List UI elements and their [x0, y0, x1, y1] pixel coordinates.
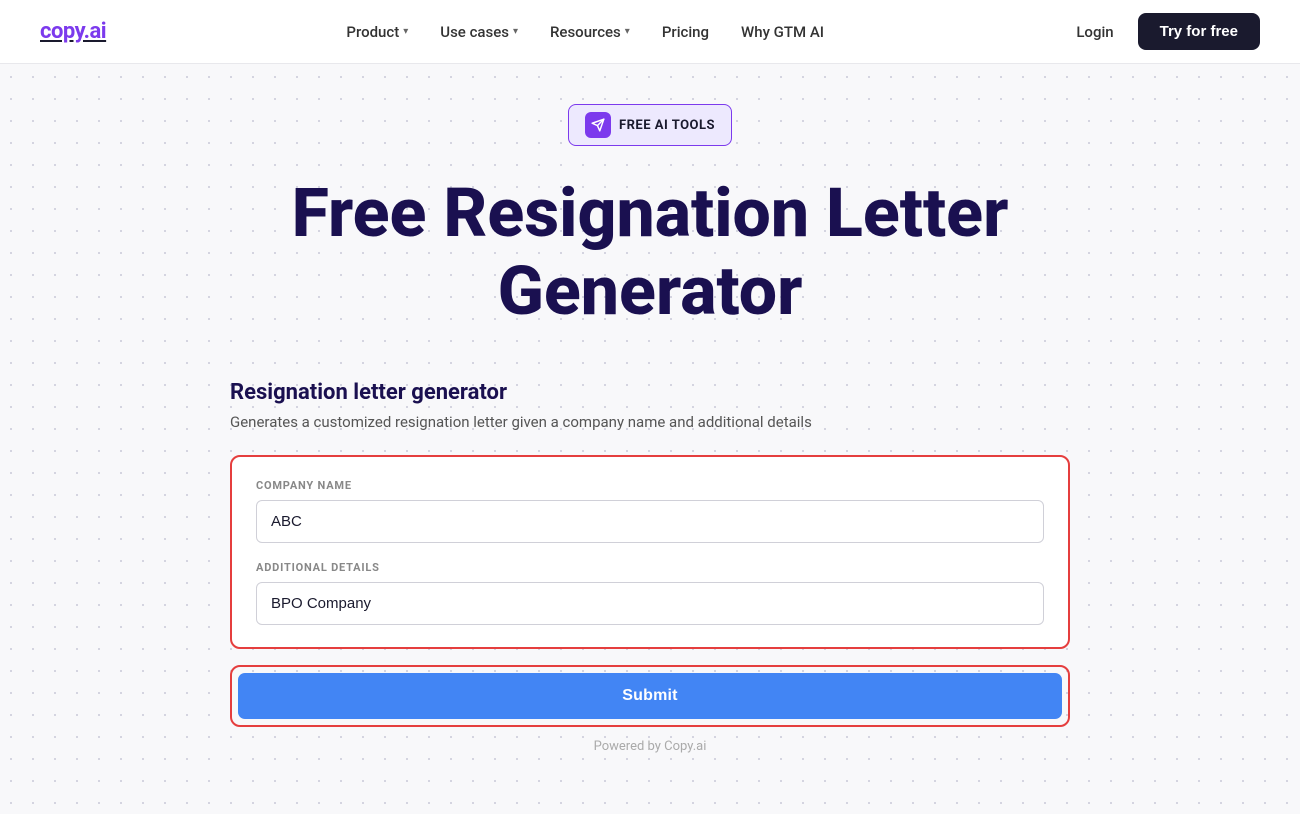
nav-links: Product ▾ Use cases ▾ Resources ▾ Pricin…	[334, 15, 836, 49]
main-content: FREE AI TOOLS Free Resignation Letter Ge…	[0, 64, 1300, 814]
nav-link-why-gtm[interactable]: Why GTM AI	[729, 15, 836, 49]
nav-link-pricing[interactable]: Pricing	[650, 15, 721, 49]
company-name-input[interactable]	[256, 500, 1044, 543]
form-section-description: Generates a customized resignation lette…	[230, 413, 1070, 431]
nav-item-why-gtm[interactable]: Why GTM AI	[729, 15, 836, 49]
navbar: copy.ai Product ▾ Use cases ▾ Resources …	[0, 0, 1300, 64]
nav-item-pricing[interactable]: Pricing	[650, 15, 721, 49]
nav-item-resources[interactable]: Resources ▾	[538, 15, 642, 49]
login-link[interactable]: Login	[1064, 15, 1125, 49]
chevron-down-icon: ▾	[403, 26, 408, 37]
form-section: Resignation letter generator Generates a…	[230, 380, 1070, 754]
chevron-down-icon: ▾	[513, 26, 518, 37]
nav-item-product[interactable]: Product ▾	[334, 15, 420, 49]
nav-actions: Login Try for free	[1064, 13, 1260, 50]
nav-link-product[interactable]: Product ▾	[334, 15, 420, 49]
company-name-label: COMPANY NAME	[256, 479, 1044, 492]
logo[interactable]: copy.ai	[40, 19, 106, 44]
form-card: COMPANY NAME ADDITIONAL DETAILS	[230, 455, 1070, 649]
logo-highlight: ai	[90, 19, 107, 44]
powered-by: Powered by Copy.ai	[230, 739, 1070, 754]
try-free-button[interactable]: Try for free	[1138, 13, 1260, 50]
badge-label: FREE AI TOOLS	[619, 118, 715, 133]
submit-button-wrapper: Submit	[230, 665, 1070, 727]
page-heading: Free Resignation Letter Generator	[292, 174, 1009, 330]
form-section-title: Resignation letter generator	[230, 380, 1070, 405]
badge-icon	[585, 112, 611, 138]
chevron-down-icon: ▾	[625, 26, 630, 37]
logo-text: copy.	[40, 19, 90, 44]
nav-link-usecases[interactable]: Use cases ▾	[428, 15, 530, 49]
submit-button[interactable]: Submit	[238, 673, 1062, 719]
additional-details-input[interactable]	[256, 582, 1044, 625]
nav-link-resources[interactable]: Resources ▾	[538, 15, 642, 49]
nav-item-usecases[interactable]: Use cases ▾	[428, 15, 530, 49]
free-ai-tools-badge: FREE AI TOOLS	[568, 104, 732, 146]
additional-details-label: ADDITIONAL DETAILS	[256, 561, 1044, 574]
